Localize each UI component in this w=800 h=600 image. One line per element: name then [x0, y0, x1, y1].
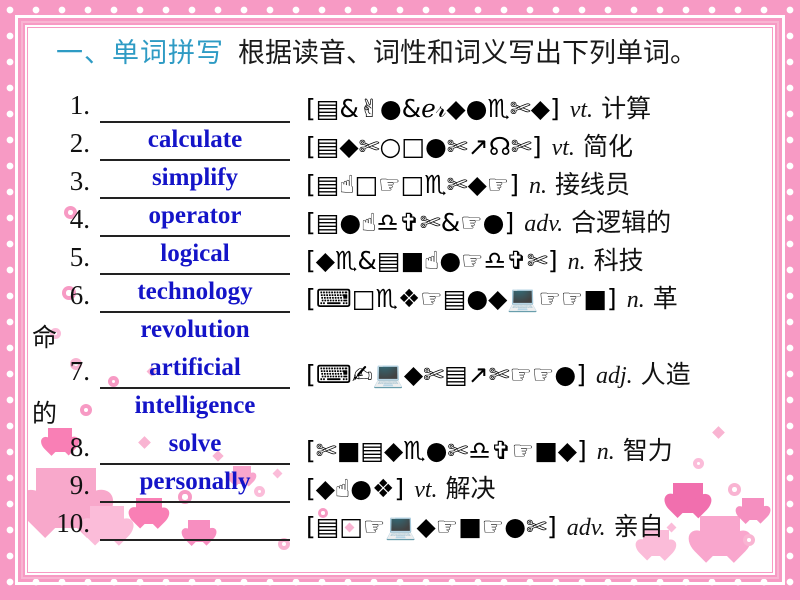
- question-number: 2.: [69, 128, 90, 158]
- answer-blank[interactable]: logical: [100, 240, 290, 275]
- question-number: 1.: [69, 90, 90, 120]
- definition-group: [▤●☝♎✞✄&☞●] adv. 合逻辑的: [306, 203, 671, 239]
- question-continuation-row: 的 intelligence: [28, 392, 772, 432]
- definition-group: [▤&✌●&ℯ𝓇◆●♏✄◆] vt. 计算: [306, 89, 651, 125]
- chinese-meaning: 科技: [593, 246, 644, 275]
- answer-text: technology: [137, 278, 253, 305]
- answer-blank[interactable]: calculate: [100, 126, 290, 161]
- phonetic-transcription: [⌨□♏❖☞▤●◆💻☞☞■]: [306, 284, 617, 313]
- definition-group: [▤◆✄○□●✄↗☊✄] vt. 简化: [306, 127, 633, 163]
- answer-text: simplify: [151, 164, 239, 191]
- question-continuation-row: 命 revolution: [28, 316, 772, 356]
- chinese-meaning: 合逻辑的: [571, 208, 672, 237]
- part-of-speech: vt.: [569, 97, 594, 123]
- question-row: 2. calculate [▤◆✄○□●✄↗☊✄] vt. 简化: [28, 126, 772, 166]
- phonetic-transcription: [▤□☞💻◆☞■☞●✄]: [306, 512, 557, 541]
- phonetic-transcription: [⌨✍💻◆✄▤↗✄☞☞●]: [306, 360, 586, 389]
- chinese-meaning: 计算: [601, 94, 652, 123]
- definition-group: [◆♏&▤■☝●☞♎✞✄] n. 科技: [306, 241, 644, 277]
- title-heading: 一、单词拼写: [56, 38, 224, 69]
- answer-blank[interactable]: personally: [100, 468, 290, 503]
- answer-text: personally: [139, 468, 251, 495]
- question-row: 7. artificial [⌨✍💻◆✄▤↗✄☞☞●] adj. 人造: [28, 354, 772, 394]
- phonetic-transcription: [✄■▤◆♏●✄♎✞☞■◆]: [306, 436, 587, 465]
- definition-group: [◆☝●❖] vt. 解决: [306, 469, 496, 505]
- answer-blank[interactable]: [100, 508, 290, 541]
- question-number: 7.: [69, 356, 90, 386]
- slide-root: 一、单词拼写 根据读音、词性和词义写出下列单词。 1. [▤&✌●&ℯ𝓇◆●♏✄◆]…: [0, 0, 800, 600]
- answer-blank[interactable]: simplify: [100, 164, 290, 199]
- definition-group: [▤☝□☞□♏✄◆☞] n. 接线员: [306, 165, 630, 201]
- question-number: 5.: [69, 242, 90, 272]
- question-row: 1. [▤&✌●&ℯ𝓇◆●♏✄◆] vt. 计算: [28, 90, 772, 128]
- question-number: 6.: [69, 280, 90, 310]
- chinese-meaning: 接线员: [555, 170, 631, 199]
- answer-text: artificial: [149, 354, 241, 381]
- question-list: 1. [▤&✌●&ℯ𝓇◆●♏✄◆] vt. 计算 2. calculate [▤◆✄○□●✄…: [28, 90, 772, 546]
- question-row: 9. personally [◆☝●❖] vt. 解决: [28, 468, 772, 508]
- question-row: 8. solve [✄■▤◆♏●✄♎✞☞■◆] n. 智力: [28, 430, 772, 470]
- answer-blank[interactable]: technology: [100, 278, 290, 313]
- chinese-meaning: 人造: [640, 360, 691, 389]
- phonetic-transcription: [◆♏&▤■☝●☞♎✞✄]: [306, 246, 558, 275]
- slide-canvas: 一、单词拼写 根据读音、词性和词义写出下列单词。 1. [▤&✌●&ℯ𝓇◆●♏✄◆]…: [28, 28, 772, 572]
- definition-group: [▤□☞💻◆☞■☞●✄] adv. 亲自: [306, 507, 664, 543]
- question-number: 4.: [69, 204, 90, 234]
- question-number: 10.: [56, 508, 90, 538]
- answer-continuation[interactable]: intelligence: [100, 392, 290, 427]
- chinese-meaning: 解决: [445, 474, 496, 503]
- question-number: 8.: [69, 432, 90, 462]
- answer-blank[interactable]: solve: [100, 430, 290, 465]
- question-row: 6. technology [⌨□♏❖☞▤●◆💻☞☞■] n. 革: [28, 278, 772, 318]
- answer-blank[interactable]: operator: [100, 202, 290, 237]
- answer-continuation[interactable]: revolution: [100, 316, 290, 351]
- question-number: 3.: [69, 166, 90, 196]
- chinese-meaning: 智力: [622, 436, 673, 465]
- question-row: 5. logical [◆♏&▤■☝●☞♎✞✄] n. 科技: [28, 240, 772, 280]
- phonetic-transcription: [◆☝●❖]: [306, 474, 405, 503]
- question-row: 10. [▤□☞💻◆☞■☞●✄] adv. 亲自: [28, 508, 772, 546]
- answer-text-continued: revolution: [140, 316, 250, 343]
- chinese-meaning: 简化: [582, 132, 633, 161]
- question-number: 9.: [69, 470, 90, 500]
- answer-blank[interactable]: artificial: [100, 354, 290, 389]
- part-of-speech: adv.: [566, 515, 606, 541]
- definition-group: [✄■▤◆♏●✄♎✞☞■◆] n. 智力: [306, 431, 673, 467]
- answer-text: logical: [160, 240, 230, 267]
- page-title: 一、单词拼写 根据读音、词性和词义写出下列单词。: [56, 31, 697, 70]
- answer-text: operator: [148, 202, 242, 229]
- title-instruction: 根据读音、词性和词义写出下列单词。: [238, 38, 697, 69]
- part-of-speech: vt.: [551, 135, 575, 161]
- chinese-meaning: 革: [652, 284, 678, 313]
- answer-text: solve: [168, 430, 222, 457]
- answer-text-continued: intelligence: [134, 392, 256, 419]
- part-of-speech: n.: [596, 439, 615, 465]
- answer-text: calculate: [147, 126, 243, 153]
- part-of-speech: vt.: [414, 477, 438, 503]
- part-of-speech: n.: [529, 173, 548, 199]
- meaning-overflow-char: 的: [32, 399, 58, 428]
- meaning-overflow-char: 命: [32, 323, 58, 352]
- question-row: 4. operator [▤●☝♎✞✄&☞●] adv. 合逻辑的: [28, 202, 772, 242]
- phonetic-transcription: [▤◆✄○□●✄↗☊✄]: [306, 132, 542, 161]
- part-of-speech: adv.: [524, 211, 564, 237]
- definition-group: [⌨□♏❖☞▤●◆💻☞☞■] n. 革: [306, 279, 678, 315]
- part-of-speech: adj.: [596, 363, 633, 389]
- chinese-meaning: 亲自: [613, 512, 664, 541]
- answer-blank[interactable]: [100, 90, 290, 123]
- phonetic-transcription: [▤☝□☞□♏✄◆☞]: [306, 170, 520, 199]
- part-of-speech: n.: [567, 249, 586, 275]
- part-of-speech: n.: [626, 287, 645, 313]
- phonetic-transcription: [▤&✌●&ℯ𝓇◆●♏✄◆]: [306, 94, 560, 123]
- phonetic-transcription: [▤●☝♎✞✄&☞●]: [306, 208, 515, 237]
- question-row: 3. simplify [▤☝□☞□♏✄◆☞] n. 接线员: [28, 164, 772, 204]
- definition-group: [⌨✍💻◆✄▤↗✄☞☞●] adj. 人造: [306, 355, 691, 391]
